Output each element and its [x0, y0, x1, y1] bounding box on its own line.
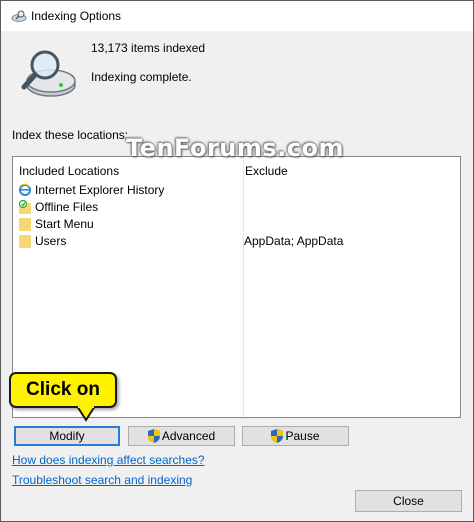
- close-button[interactable]: Close: [355, 490, 462, 512]
- advanced-button[interactable]: Advanced: [128, 426, 235, 446]
- pause-button[interactable]: Pause: [242, 426, 349, 446]
- location-name: Start Menu: [35, 217, 94, 231]
- list-item[interactable]: Internet Explorer History: [18, 182, 458, 198]
- callout-text: Click on: [26, 379, 100, 400]
- click-on-callout: Click on: [9, 372, 117, 408]
- uac-shield-icon: [147, 429, 160, 443]
- column-header-included[interactable]: Included Locations: [19, 164, 119, 178]
- how-indexing-affects-searches-link[interactable]: How does indexing affect searches?: [12, 453, 205, 467]
- indexing-options-icon: [11, 10, 27, 22]
- advanced-button-label: Advanced: [161, 429, 216, 443]
- callout-pointer: [77, 406, 97, 422]
- title-bar[interactable]: Indexing Options: [1, 1, 473, 31]
- close-button-label: Close: [393, 494, 424, 508]
- folder-icon: [19, 218, 31, 231]
- watermark: TenForums.com: [126, 134, 345, 162]
- list-item[interactable]: Start Menu: [18, 216, 458, 232]
- index-locations-label: Index these locations:: [12, 128, 129, 142]
- pause-button-label: Pause: [285, 429, 320, 443]
- indexing-drive-magnifier-icon: [21, 50, 76, 97]
- ie-icon: [19, 183, 31, 196]
- uac-shield-icon: [271, 429, 284, 443]
- location-name: Offline Files: [35, 200, 99, 214]
- window-title: Indexing Options: [31, 9, 122, 23]
- indexing-options-window: Indexing Options 13,173 items indexed In…: [0, 0, 474, 522]
- items-indexed-count: 13,173 items indexed: [91, 41, 206, 55]
- location-name: Users: [35, 234, 67, 248]
- column-header-exclude[interactable]: Exclude: [245, 164, 288, 178]
- modify-button[interactable]: Modify: [14, 426, 120, 446]
- troubleshoot-search-link[interactable]: Troubleshoot search and indexing: [12, 473, 192, 487]
- location-exclude: AppData; AppData: [244, 234, 344, 248]
- modify-button-label: Modify: [49, 429, 85, 443]
- list-item[interactable]: Users AppData; AppData: [18, 233, 458, 249]
- folder-icon: [19, 235, 31, 248]
- indexing-status: Indexing complete.: [91, 70, 192, 84]
- offline-files-icon: [19, 200, 31, 214]
- list-item[interactable]: Offline Files: [18, 199, 458, 215]
- location-name: Internet Explorer History: [35, 183, 165, 197]
